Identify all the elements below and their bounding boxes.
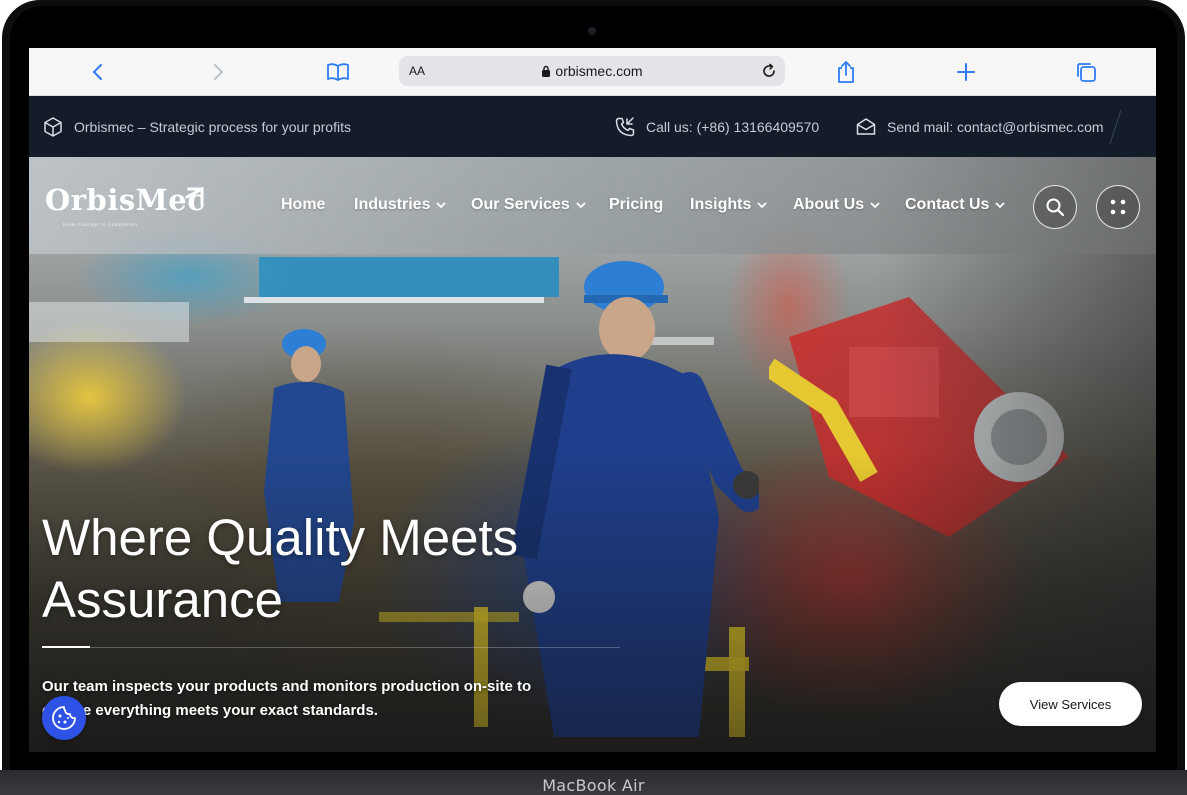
nav-contact-us-label: Contact Us — [905, 196, 990, 213]
email-text: Send mail: contact@orbismec.com — [887, 118, 1104, 135]
address-bar[interactable]: AA orbismec.com — [399, 56, 785, 86]
reload-icon — [763, 63, 775, 77]
share-icon — [838, 61, 854, 83]
hero-title: Where Quality Meets Assurance — [42, 507, 602, 631]
nav-pricing[interactable]: Pricing — [609, 196, 663, 214]
camera-dot — [588, 27, 596, 35]
cookie-icon — [52, 706, 76, 730]
hero-divider-thin — [90, 647, 620, 648]
phone-link[interactable]: Call us: (+86) 13166409570 — [614, 96, 819, 157]
forward-button[interactable] — [204, 58, 232, 86]
safari-toolbar: AA orbismec.com — [29, 48, 1156, 96]
device-model-label: MacBook Air — [542, 776, 645, 795]
browser-screen: AA orbismec.com Orbismec – Strategic pro… — [29, 48, 1156, 752]
nav-insights[interactable]: Insights — [690, 196, 767, 214]
device-frame: AA orbismec.com Orbismec – Strategic pro… — [0, 0, 1187, 795]
logo-arrow-icon — [185, 187, 204, 206]
hero-title-line-1: Where Quality Meets — [42, 509, 519, 566]
url-text: orbismec.com — [555, 63, 643, 79]
top-info-bar: Orbismec – Strategic process for your pr… — [29, 96, 1156, 157]
nav-our-services-label: Our Services — [471, 196, 570, 213]
tabs-icon — [1077, 63, 1096, 82]
search-button[interactable] — [1033, 185, 1077, 229]
chevron-down-icon — [757, 201, 767, 208]
new-tab-button[interactable] — [952, 58, 980, 86]
email-link[interactable]: Send mail: contact@orbismec.com — [855, 96, 1104, 157]
tabs-overview-button[interactable] — [1072, 58, 1100, 86]
nav-insights-label: Insights — [690, 196, 752, 213]
nav-our-services[interactable]: Our Services — [471, 196, 586, 214]
back-icon — [92, 64, 102, 80]
grid-dots-icon — [1110, 199, 1126, 215]
lock-icon — [542, 65, 551, 77]
nav-industries-label: Industries — [354, 196, 431, 213]
cookie-settings-button[interactable] — [42, 696, 86, 740]
share-button[interactable] — [832, 58, 860, 86]
info-divider — [1109, 110, 1122, 144]
back-button[interactable] — [84, 58, 112, 86]
reload-button[interactable] — [759, 61, 779, 81]
tagline-item: Orbismec – Strategic process for your pr… — [42, 96, 351, 157]
mail-icon — [856, 117, 876, 135]
logo-subline: From Concept to Completion — [63, 223, 138, 228]
tagline-text: Orbismec – Strategic process for your pr… — [74, 118, 351, 135]
hero-description: Our team inspects your products and moni… — [42, 678, 532, 719]
nav-home-label: Home — [281, 196, 326, 213]
cube-icon — [44, 116, 62, 137]
chevron-down-icon — [576, 201, 586, 208]
chevron-down-icon — [436, 201, 447, 208]
nav-about-us[interactable]: About Us — [793, 196, 880, 214]
hero-title-line-2: Assurance — [42, 571, 283, 628]
phone-text: Call us: (+86) 13166409570 — [646, 118, 820, 135]
nav-contact-us[interactable]: Contact Us — [905, 196, 1006, 214]
hero-divider — [42, 646, 90, 648]
phone-icon — [615, 116, 635, 136]
forward-icon — [214, 64, 224, 80]
chevron-down-icon — [995, 201, 1006, 208]
new-tab-icon — [957, 63, 975, 81]
nav-pricing-label: Pricing — [609, 196, 664, 213]
menu-grid-button[interactable] — [1096, 185, 1140, 229]
hero-section: OrbisMec From Concept to Completion Home… — [29, 157, 1156, 752]
nav-about-us-label: About Us — [793, 196, 865, 213]
bookmarks-button[interactable] — [324, 58, 352, 86]
logo-wordmark: OrbisMec — [45, 183, 206, 217]
chevron-down-icon — [870, 201, 880, 208]
nav-home[interactable]: Home — [281, 196, 325, 214]
main-navigation: OrbisMec From Concept to Completion Home… — [29, 157, 1156, 254]
bookmarks-icon — [327, 63, 349, 81]
nav-industries[interactable]: Industries — [354, 196, 447, 214]
view-services-button[interactable]: View Services — [999, 682, 1142, 726]
search-icon — [1046, 198, 1065, 217]
